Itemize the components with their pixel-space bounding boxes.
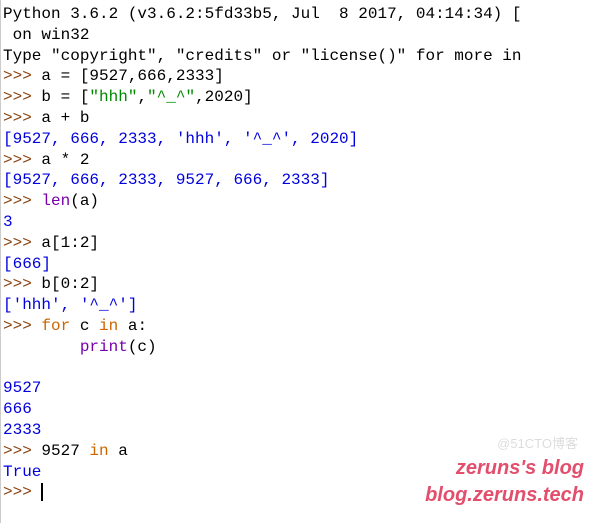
input-slice-a: >>> a[1:2] [3,233,610,254]
input-print: print(c) [3,337,610,358]
prompt: >>> [3,109,41,127]
prompt: >>> [3,192,41,210]
output-times: [9527, 666, 2333, 9527, 666, 2333] [3,170,610,191]
output-loop-2: 666 [3,399,610,420]
input-in-test: >>> 9527 in a [3,441,610,462]
input-for: >>> for c in a: [3,316,610,337]
output-slice-a: [666] [3,254,610,275]
output-plus: [9527, 666, 2333, 'hhh', '^_^', 2020] [3,129,610,150]
output-len: 3 [3,212,610,233]
blank-line [3,358,610,379]
cursor-icon [41,483,43,501]
prompt: >>> [3,151,41,169]
input-assign-a: >>> a = [9527,666,2333] [3,66,610,87]
prompt: >>> [3,317,41,335]
prompt: >>> [3,442,41,460]
header-line-1: Python 3.6.2 (v3.6.2:5fd33b5, Jul 8 2017… [3,4,610,25]
prompt: >>> [3,67,41,85]
output-loop-3: 2333 [3,420,610,441]
prompt: >>> [3,275,41,293]
prompt: >>> [3,88,41,106]
prompt: >>> [3,234,41,252]
input-len: >>> len(a) [3,191,610,212]
input-plus: >>> a + b [3,108,610,129]
input-times: >>> a * 2 [3,150,610,171]
output-in-test: True [3,462,610,483]
header-line-2: on win32 [3,25,610,46]
header-line-3: Type "copyright", "credits" or "license(… [3,46,610,67]
input-slice-b: >>> b[0:2] [3,274,610,295]
prompt: >>> [3,483,41,501]
input-assign-b: >>> b = ["hhh","^_^",2020] [3,87,610,108]
output-slice-b: ['hhh', '^_^'] [3,295,610,316]
repl-input[interactable]: >>> [3,482,610,503]
output-loop-1: 9527 [3,378,610,399]
